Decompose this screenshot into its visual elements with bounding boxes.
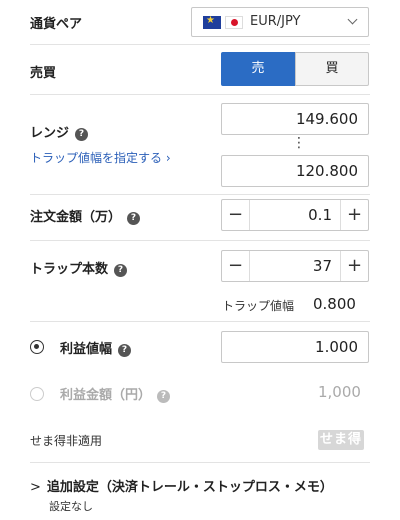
semaru-label: せま得非適用 bbox=[30, 434, 103, 448]
additional-settings-sub: 設定なし bbox=[49, 500, 93, 513]
help-icon[interactable]: ? bbox=[157, 390, 171, 403]
trap-width-value: 0.800 bbox=[313, 295, 356, 313]
profit-width-label-text: 利益値幅 bbox=[60, 342, 113, 357]
profit-amount-label-text: 利益金額（円） bbox=[60, 388, 152, 403]
jp-flag-icon bbox=[225, 16, 243, 29]
trap-count-label-text: トラップ本数 bbox=[30, 262, 109, 277]
divider bbox=[30, 44, 370, 45]
divider bbox=[30, 321, 370, 322]
trap-count-stepper[interactable]: − 37 + bbox=[221, 250, 369, 282]
order-amount-value[interactable]: 0.1 bbox=[308, 200, 332, 230]
side-label: 売買 bbox=[30, 66, 57, 81]
trap-count-label: トラップ本数? bbox=[30, 258, 128, 277]
profit-amount-radio[interactable] bbox=[30, 387, 44, 401]
chevron-right-icon: > bbox=[30, 480, 41, 495]
divider bbox=[30, 194, 370, 195]
divider bbox=[30, 462, 370, 463]
range-lower-input[interactable]: 120.800 bbox=[221, 155, 369, 187]
buy-button[interactable]: 買 bbox=[295, 52, 369, 86]
decrement-button[interactable]: − bbox=[222, 251, 250, 281]
semaru-badge: せま得 bbox=[318, 430, 364, 450]
range-upper-input[interactable]: 149.600 bbox=[221, 103, 369, 135]
additional-settings-toggle[interactable]: > 追加設定（決済トレール・ストップロス・メモ） bbox=[30, 476, 333, 495]
help-icon[interactable]: ? bbox=[114, 264, 128, 277]
range-label: レンジ? bbox=[30, 122, 89, 141]
range-label-text: レンジ bbox=[30, 126, 70, 141]
additional-settings-label: 追加設定（決済トレール・ストップロス・メモ） bbox=[46, 480, 333, 495]
order-amount-label-text: 注文金額（万） bbox=[30, 210, 122, 225]
chevron-down-icon bbox=[347, 14, 358, 25]
help-icon[interactable]: ? bbox=[127, 212, 141, 225]
profit-amount-value[interactable]: 1,000 bbox=[318, 383, 361, 401]
profit-width-radio[interactable] bbox=[30, 340, 44, 354]
profit-width-label: 利益値幅? bbox=[60, 338, 132, 357]
decrement-button[interactable]: − bbox=[222, 200, 250, 230]
profit-amount-label: 利益金額（円）? bbox=[60, 384, 171, 403]
divider bbox=[30, 94, 370, 95]
trap-count-value[interactable]: 37 bbox=[313, 251, 332, 281]
eu-flag-icon bbox=[203, 15, 221, 29]
sell-button[interactable]: 売 bbox=[221, 52, 295, 86]
order-amount-stepper[interactable]: − 0.1 + bbox=[221, 199, 369, 231]
increment-button[interactable]: + bbox=[340, 251, 368, 281]
currency-pair-select[interactable]: EUR/JPY bbox=[191, 7, 369, 37]
range-separator: ⋮ bbox=[292, 135, 306, 151]
pair-label: 通貨ペア bbox=[30, 17, 83, 32]
help-icon[interactable]: ? bbox=[118, 344, 132, 357]
divider bbox=[30, 240, 370, 241]
currency-pair-value: EUR/JPY bbox=[250, 14, 301, 29]
increment-button[interactable]: + bbox=[340, 200, 368, 230]
trap-width-link[interactable]: トラップ値幅を指定する › bbox=[30, 149, 171, 166]
trap-width-label: トラップ値幅 bbox=[222, 299, 295, 313]
help-icon[interactable]: ? bbox=[75, 128, 89, 141]
profit-width-input[interactable]: 1.000 bbox=[221, 331, 369, 363]
order-amount-label: 注文金額（万）? bbox=[30, 206, 141, 225]
